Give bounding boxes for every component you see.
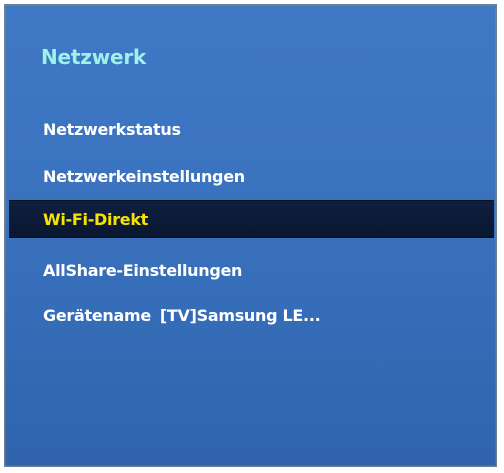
menu-item-netzwerkeinstellungen[interactable]: Netzwerkeinstellungen (9, 157, 494, 195)
menu-item-wifi-direkt[interactable]: Wi-Fi-Direkt (9, 200, 494, 238)
menu-item-label: Gerätename (43, 305, 151, 325)
network-menu-panel: Netzwerk Netzwerkstatus Netzwerkeinstell… (4, 4, 497, 467)
menu-item-label: AllShare-Einstellungen (43, 260, 243, 280)
menu-item-label: Netzwerkstatus (43, 119, 181, 139)
menu-item-label: Wi-Fi-Direkt (43, 209, 149, 229)
menu-title: Netzwerk (41, 45, 147, 69)
menu-item-geraetename[interactable]: Gerätename [TV]Samsung LE... (9, 296, 494, 334)
menu-item-netzwerkstatus[interactable]: Netzwerkstatus (9, 110, 494, 148)
menu-item-allshare-einstellungen[interactable]: AllShare-Einstellungen (9, 251, 494, 289)
device-name-value: [TV]Samsung LE... (159, 305, 321, 325)
menu-item-label: Netzwerkeinstellungen (43, 166, 245, 186)
